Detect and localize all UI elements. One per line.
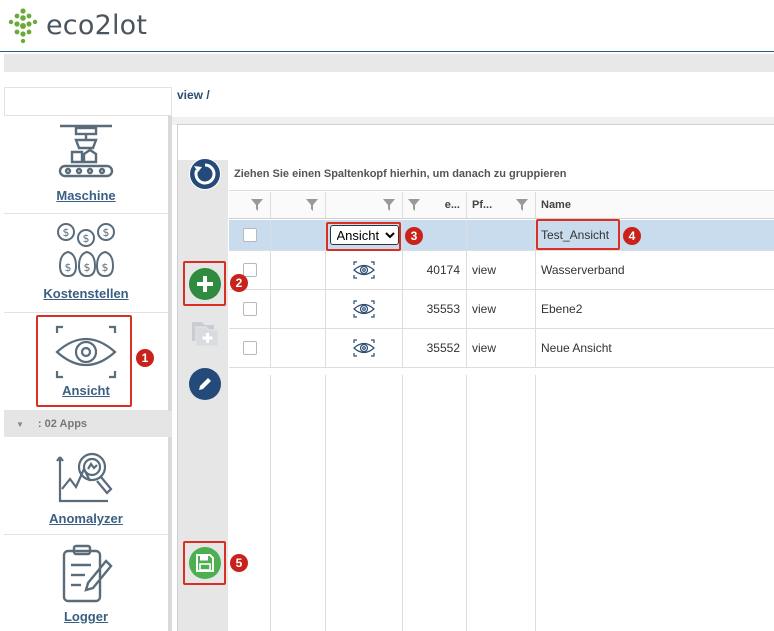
refresh-icon — [190, 159, 220, 189]
filter-icon[interactable] — [515, 198, 529, 212]
sidebar-search-box[interactable] — [4, 87, 172, 116]
breadcrumb: view / — [177, 88, 210, 102]
row-pf-cell: view — [467, 251, 536, 289]
annotation-box-name — [536, 219, 620, 250]
annotation-badge: 5 — [230, 554, 248, 572]
column-header-label: Name — [541, 199, 571, 211]
logo-mark-icon — [8, 8, 38, 44]
sidebar-item-label: Kostenstellen — [43, 286, 129, 301]
row-checkbox[interactable] — [243, 263, 257, 277]
edit-button[interactable] — [189, 368, 221, 400]
anomaly-chart-icon — [56, 452, 113, 503]
app-header: eco2lot — [0, 0, 774, 52]
svg-text:$: $ — [63, 226, 70, 239]
sidebar-item-label: Logger — [63, 609, 109, 624]
sidebar-item-anomalyzer[interactable]: Anomalyzer — [4, 437, 168, 535]
sidebar-item-label: Maschine — [56, 188, 116, 203]
column-header-pf[interactable]: Pf... — [467, 192, 536, 218]
annotation-box-ansicht — [36, 315, 132, 407]
data-grid: Ziehen Sie einen Spaltenkopf hierhin, um… — [229, 160, 774, 631]
row-id-cell: 35552 — [403, 329, 467, 367]
pencil-icon — [199, 378, 211, 390]
column-header-id[interactable]: e... — [403, 192, 467, 218]
annotation-badge: 3 — [405, 227, 423, 245]
eye-view-icon — [353, 339, 375, 357]
refresh-button[interactable] — [189, 158, 221, 190]
grid-header-row: e... Pf... Name — [229, 192, 774, 219]
row-checkbox[interactable] — [243, 228, 257, 242]
annotation-badge: 1 — [136, 349, 154, 367]
annotation-badge: 2 — [230, 274, 248, 292]
apps-group-header[interactable]: ▼ : 02 Apps — [4, 411, 172, 437]
row-checkbox[interactable] — [243, 341, 257, 355]
filter-icon[interactable] — [382, 198, 396, 212]
filter-icon[interactable] — [305, 198, 319, 212]
row-select-cell — [229, 290, 271, 328]
column-header-2[interactable] — [271, 192, 326, 218]
row-cell-empty — [271, 251, 326, 289]
group-by-hint[interactable]: Ziehen Sie einen Spaltenkopf hierhin, um… — [229, 160, 774, 191]
logo-text: eco2lot — [46, 9, 148, 41]
table-row[interactable]: 35552 view Neue Ansicht — [229, 329, 774, 368]
grid-column-line — [229, 375, 271, 631]
row-type-cell — [326, 251, 403, 289]
sidebar-item-kostenstellen[interactable]: $ $ $ $ $ $ Kostenstellen — [4, 214, 168, 313]
annotation-box-save — [183, 541, 226, 585]
annotation-box-select — [326, 222, 401, 251]
row-select-cell — [229, 220, 271, 250]
table-row[interactable]: 35553 view Ebene2 — [229, 290, 774, 329]
copy-icon — [192, 322, 219, 347]
money-bags-icon: $ $ $ $ $ $ — [57, 223, 115, 278]
logger-document-icon — [62, 544, 113, 603]
machine-icon — [58, 124, 114, 178]
row-id-cell: 40174 — [403, 251, 467, 289]
sidebar-item-label: Anomalyzer — [49, 511, 123, 526]
row-name-cell[interactable]: Ebene2 — [536, 290, 774, 328]
row-name-cell[interactable]: Neue Ansicht — [536, 329, 774, 367]
filter-icon[interactable] — [407, 198, 421, 212]
filter-icon[interactable] — [250, 198, 264, 212]
row-pf-cell: view — [467, 290, 536, 328]
grid-column-line — [467, 375, 536, 631]
eye-view-icon — [353, 300, 375, 318]
svg-text:$: $ — [65, 261, 72, 274]
row-cell-empty — [271, 220, 326, 250]
row-cell-empty — [271, 329, 326, 367]
table-row-new[interactable]: Ansicht Test_Ansicht — [229, 220, 774, 251]
annotation-box-add — [183, 261, 226, 306]
column-header-type[interactable] — [326, 192, 403, 218]
grid-empty-area — [229, 375, 774, 631]
copy-button[interactable] — [190, 320, 220, 353]
column-header-select[interactable] — [229, 192, 271, 218]
apps-group-label: : 02 Apps — [37, 418, 88, 430]
annotation-badge: 4 — [623, 227, 641, 245]
svg-text:$: $ — [83, 232, 90, 245]
table-row[interactable]: 40174 view Wasserverband — [229, 251, 774, 290]
logo[interactable]: eco2lot — [4, 6, 147, 44]
sidebar-item-maschine[interactable]: Maschine — [4, 116, 168, 214]
svg-text:$: $ — [84, 261, 91, 274]
column-header-label: e... — [444, 199, 460, 211]
column-header-label: Pf... — [472, 199, 493, 211]
row-type-cell — [326, 329, 403, 367]
row-type-cell — [326, 290, 403, 328]
row-checkbox[interactable] — [243, 302, 257, 316]
svg-text:$: $ — [102, 261, 109, 274]
grid-column-line — [403, 375, 467, 631]
column-header-name[interactable]: Name — [536, 192, 774, 218]
top-toolbar-strip — [4, 54, 774, 72]
svg-text:$: $ — [103, 226, 110, 239]
caret-down-icon: ▼ — [16, 419, 24, 429]
row-cell-empty — [271, 290, 326, 328]
row-pf-cell: view — [467, 329, 536, 367]
row-select-cell — [229, 329, 271, 367]
sidebar-item-logger[interactable]: Logger — [4, 535, 168, 631]
row-id-cell: 35553 — [403, 290, 467, 328]
row-name-cell[interactable]: Wasserverband — [536, 251, 774, 289]
eye-view-icon — [353, 261, 375, 279]
row-pf-cell — [467, 220, 536, 250]
grid-column-line — [326, 375, 403, 631]
grid-column-line — [271, 375, 326, 631]
